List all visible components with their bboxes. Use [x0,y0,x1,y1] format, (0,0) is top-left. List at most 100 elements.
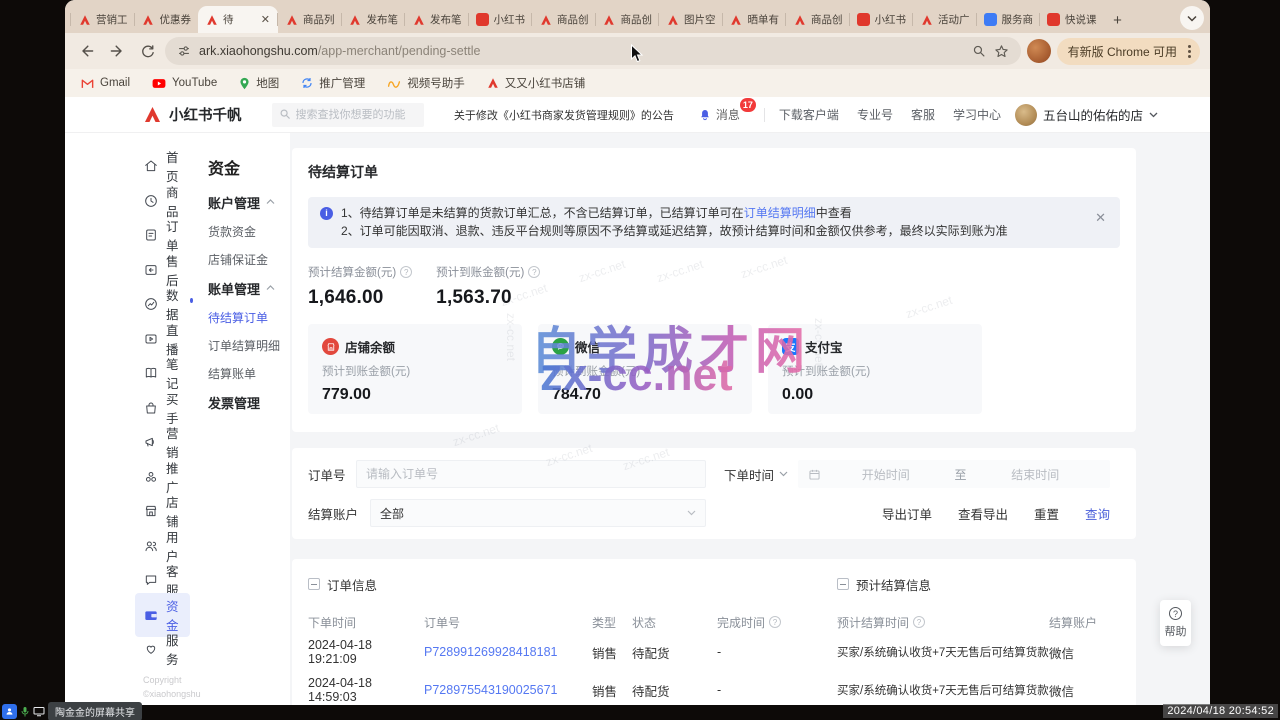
announcement-link[interactable]: 关于修改《小红书商家发货管理规则》的公告 [454,107,674,123]
bookmark-item[interactable]: 推广管理 [301,75,365,91]
store-account[interactable]: 五台山的佑佑的店 [1015,104,1158,126]
collapse-icon[interactable] [308,578,320,590]
query-button[interactable]: 查询 [1085,504,1110,523]
sidebar-item-资金[interactable]: 资金 [143,604,190,626]
browser-tab[interactable]: 商品列 [278,6,342,33]
menu-item-订单结算明细[interactable]: 订单结算明细 [208,331,290,359]
column-header-label: 完成时间 [717,614,765,631]
nav-link-1[interactable]: 专业号 [857,106,893,123]
browser-tab[interactable]: 商品创 [786,6,850,33]
sidebar-item-商品[interactable]: 商品 [143,190,190,212]
view-exports-button[interactable]: 查看导出 [958,504,1008,523]
browser-tab[interactable]: 小红书 [469,6,533,33]
app-brand[interactable]: 小红书千帆 [143,104,242,125]
sidebar-item-售后[interactable]: 售后 [143,259,190,281]
sidebar-item-店铺[interactable]: 店铺 [143,500,190,522]
browser-tab[interactable]: 营销工 [71,6,135,33]
menu-group-发票管理[interactable]: 发票管理 [208,387,290,417]
notifications[interactable]: 消息 17 [698,106,740,123]
nav-link-3[interactable]: 学习中心 [953,106,1001,123]
browser-tab[interactable]: 发布笔 [405,6,469,33]
url-bar[interactable]: ark.xiaohongshu.com/app-merchant/pending… [165,37,1021,65]
browser-profile-avatar[interactable] [1027,39,1051,63]
settlement-detail-link[interactable]: 订单结算明细 [744,206,816,220]
chevron-down-icon [687,510,696,516]
close-icon[interactable]: ✕ [1095,209,1106,227]
browser-tab[interactable]: 商品创 [596,6,660,33]
browser-tab[interactable]: 快说课 [1040,6,1104,33]
menu-item-店铺保证金[interactable]: 店铺保证金 [208,245,290,273]
browser-tab[interactable]: 服务商 [977,6,1041,33]
sidebar-item-用户[interactable]: 用户 [143,535,190,557]
cell-6: 微信 [1049,643,1120,662]
tab-search-button[interactable] [1180,6,1204,30]
sidebar-item-直播[interactable]: 直播 [143,328,190,350]
bookmark-item[interactable]: YouTube [152,77,217,89]
search-tabs-icon[interactable] [972,44,986,58]
new-tab-button[interactable]: + [1106,8,1130,32]
settle-info-group[interactable]: 预计结算信息 [837,575,931,594]
site-info-icon[interactable] [177,44,191,58]
bookmark-item[interactable]: 又又小红书店铺 [487,75,586,91]
help-icon[interactable]: ? [528,266,540,278]
bookmark-item[interactable]: 视频号助手 [387,75,465,91]
export-orders-button[interactable]: 导出订单 [882,504,932,523]
menu-item-待结算订单[interactable]: 待结算订单 [208,303,290,331]
menu-item-货款资金[interactable]: 货款资金 [208,217,290,245]
mic-icon[interactable] [20,706,30,718]
bookmark-star-icon[interactable] [994,44,1009,59]
screen-icon[interactable] [33,706,45,717]
participant-icon[interactable] [2,704,17,719]
sidebar-item-买手[interactable]: 买手 [143,397,190,419]
reset-button[interactable]: 重置 [1034,504,1059,523]
collapse-icon[interactable] [837,578,849,590]
sidebar-item-笔记[interactable]: 笔记 [143,362,190,384]
browser-tab[interactable]: 活动广 [913,6,977,33]
menu-group-账单管理[interactable]: 账单管理 [208,273,290,303]
tab-close-icon[interactable]: ✕ [260,13,271,26]
sidebar-item-订单[interactable]: 订单 [143,224,190,246]
bookmark-item[interactable]: Gmail [81,77,130,89]
browser-tab[interactable]: 图片空 [659,6,723,33]
sidebar-item-营销[interactable]: 营销 [143,431,190,453]
cell-2: 销售 [592,681,632,700]
browser-tab[interactable]: 商品创 [532,6,596,33]
browser-tab[interactable]: 优惠券 [135,6,199,33]
end-time-placeholder[interactable]: 结束时间 [971,466,1101,483]
browser-tab[interactable]: 发布笔 [342,6,406,33]
help-icon[interactable]: ? [400,266,412,278]
help-button[interactable]: ? 帮助 [1160,600,1191,646]
order-info-group[interactable]: 订单信息 [308,575,837,594]
browser-menu-icon[interactable] [1184,45,1195,58]
settle-account-select[interactable]: 全部 [370,499,706,527]
nav-link-2[interactable]: 客服 [911,106,935,123]
sidebar-item-服务[interactable]: 服务 [143,638,190,660]
menu-holder: 账户管理货款资金店铺保证金账单管理待结算订单订单结算明细结算账单发票管理 [208,187,290,417]
chrome-update-button[interactable]: 有新版 Chrome 可用 [1057,38,1200,65]
sidebar-item-数据[interactable]: 数据 [143,293,190,315]
help-icon[interactable]: ? [913,616,925,628]
browser-tab[interactable]: 晒单有 [723,6,787,33]
sidebar-item-推广[interactable]: 推广 [143,466,190,488]
tabs-holder: 营销工优惠券待✕商品列发布笔发布笔小红书商品创商品创图片空晒单有商品创小红书活动… [71,6,1104,33]
browser-tab[interactable]: 小红书 [850,6,914,33]
menu-item-结算账单[interactable]: 结算账单 [208,359,290,387]
reload-button[interactable] [135,39,159,63]
order-no-input[interactable] [356,460,706,488]
date-range-picker[interactable]: 开始时间 至 结束时间 [798,460,1110,488]
order-no-link[interactable]: P728991269928418181 [424,645,592,659]
back-button[interactable] [75,39,99,63]
start-time-placeholder[interactable]: 开始时间 [821,466,951,483]
menu-group-账户管理[interactable]: 账户管理 [208,187,290,217]
bookmark-item[interactable]: 地图 [239,75,279,91]
order-no-link[interactable]: P728975543190025671 [424,683,592,697]
forward-button[interactable] [105,39,129,63]
search-input[interactable] [272,103,424,127]
browser-tab[interactable]: 待✕ [198,6,278,33]
nav-link-0[interactable]: 下载客户端 [779,106,839,123]
sidebar-item-首页[interactable]: 首页 [143,155,190,177]
time-type-select[interactable]: 下单时间 [724,465,788,484]
sidebar-item-客服[interactable]: 客服 [143,569,190,591]
help-icon[interactable]: ? [769,616,781,628]
stat-settle-amount: 预计结算金额(元)? 1,646.00 [308,264,412,309]
